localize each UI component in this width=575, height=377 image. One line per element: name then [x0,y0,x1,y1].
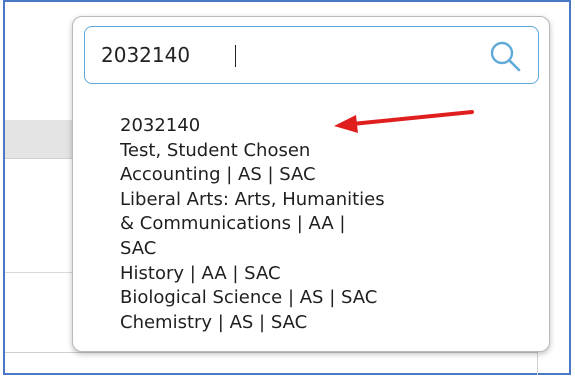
search-dropdown-popup: 2032140 Test, Student Chosen Accounting … [72,16,550,352]
result-line[interactable]: Chemistry | AS | SAC [120,311,540,336]
search-input[interactable] [101,39,461,71]
text-caret [235,45,236,67]
search-results-list: 2032140 Test, Student Chosen Accounting … [120,114,540,335]
result-line[interactable]: & Communications | AA | [120,212,540,237]
result-line[interactable]: History | AA | SAC [120,262,540,287]
result-line[interactable]: Test, Student Chosen [120,139,540,164]
red-arrow-icon [334,110,474,133]
search-field[interactable] [84,26,539,84]
result-line[interactable]: Biological Science | AS | SAC [120,286,540,311]
result-line[interactable]: SAC [120,237,540,262]
background-bottom-rule [5,352,538,353]
result-line[interactable]: Accounting | AS | SAC [120,163,540,188]
search-icon[interactable] [488,39,522,73]
result-line[interactable]: Liberal Arts: Arts, Humanities [120,188,540,213]
